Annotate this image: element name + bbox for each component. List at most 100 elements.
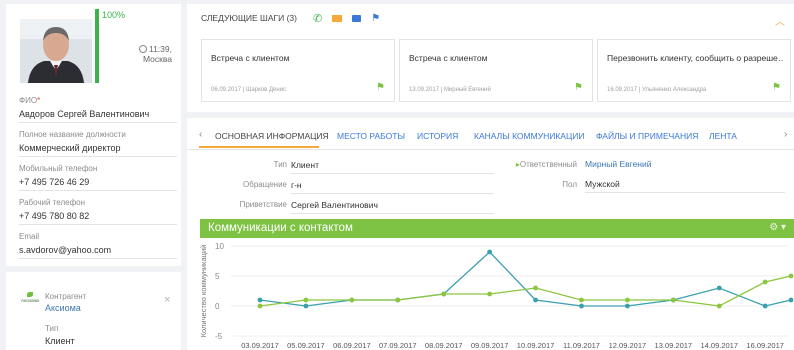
next-step-owner: Ульяненко Александра	[641, 87, 707, 93]
data-point	[533, 285, 538, 291]
x-tick-label: 08.09.2017	[425, 341, 463, 350]
field-value[interactable]: +7 495 726 46 29	[19, 177, 177, 191]
x-tick-label: 12.09.2017	[609, 341, 647, 350]
data-point	[257, 303, 263, 309]
greeting-label: Приветствие	[239, 200, 287, 209]
next-steps-title: СЛЕДУЮЩИЕ ШАГИ (3)	[201, 13, 297, 23]
field-label: Полное название должности	[19, 130, 126, 139]
contact-photo[interactable]	[20, 19, 92, 83]
x-tick-label: 10.09.2017	[517, 341, 555, 350]
close-icon[interactable]: ×	[164, 294, 170, 306]
next-step-meta: 06.09.2017 | Шарков Денис	[211, 87, 286, 93]
tab-item[interactable]: ЛЕНТА	[709, 131, 737, 141]
next-step-tile[interactable]: Перезвонить клиенту, сообщить о разреше……	[597, 39, 791, 102]
chat-icon[interactable]	[352, 15, 362, 22]
field-label: Email	[19, 232, 39, 241]
tab-item[interactable]: МЕСТО РАБОТЫ	[337, 131, 405, 141]
flag-icon[interactable]: ⚑	[772, 82, 781, 93]
data-point	[716, 285, 722, 291]
data-point	[716, 303, 722, 309]
x-tick-label: 16.09.2017	[746, 341, 784, 350]
x-tick-label: 03.09.2017	[241, 341, 279, 350]
next-step-date: 13.09.2017	[409, 87, 440, 93]
data-point	[533, 297, 538, 303]
type-field[interactable]: Клиент	[291, 160, 494, 174]
next-step-tile[interactable]: Встреча с клиентом 06.09.2017 | Шарков Де…	[201, 39, 395, 102]
next-step-tile[interactable]: Встреча с клиентом 13.09.2017 | Мирный Ев…	[399, 39, 593, 102]
next-steps-actions: ✆ ⚑	[313, 12, 380, 25]
salutation-field[interactable]: г-н	[291, 180, 494, 194]
x-tick-label: 07.09.2017	[379, 341, 417, 350]
data-point	[303, 303, 309, 309]
gender-label: Пол	[562, 180, 577, 189]
data-point	[762, 303, 768, 309]
account-logo: Аксиома	[19, 292, 41, 308]
x-tick-label: 05.09.2017	[287, 341, 325, 350]
local-time: 11:39, Москва	[122, 44, 172, 64]
data-point	[257, 297, 263, 303]
next-step-date: 16.09.2017	[607, 87, 638, 93]
field-label-text: Полное название должности	[19, 130, 126, 139]
leaf-icon	[27, 292, 33, 297]
account-type-label: Тип	[45, 324, 59, 333]
next-step-title[interactable]: Перезвонить клиенту, сообщить о разреше…	[607, 53, 783, 63]
tabs-prev-icon[interactable]: ‹	[199, 129, 202, 140]
data-point	[395, 297, 401, 303]
data-point	[303, 297, 309, 303]
field-value[interactable]: Коммерческий директор	[19, 143, 177, 157]
mail-icon[interactable]	[332, 15, 343, 22]
owner-link[interactable]: Мирный Евгений	[585, 159, 775, 172]
local-time-value: 11:39,	[148, 44, 172, 54]
collapse-icon[interactable]: ︿	[775, 13, 785, 28]
field-value[interactable]: Авдоров Сергей Валентинович	[19, 109, 177, 123]
field-label-text: Рабочий телефон	[19, 198, 86, 207]
data-point	[487, 249, 493, 255]
profile-completeness-label: 100%	[102, 10, 126, 20]
tab-item[interactable]: ФАЙЛЫ И ПРИМЕЧАНИЯ	[596, 131, 698, 141]
tab-item[interactable]: ИСТОРИЯ	[417, 131, 458, 141]
next-step-title[interactable]: Встреча с клиентом	[211, 53, 387, 63]
tab-item[interactable]: КАНАЛЫ КОММУНИКАЦИИ	[474, 131, 584, 141]
data-point	[441, 291, 447, 297]
greeting-field[interactable]: Сергей Валентинович	[291, 200, 494, 214]
owner-label-text: Ответственный	[519, 160, 577, 169]
data-point	[579, 297, 584, 303]
field-label-text: Email	[19, 232, 40, 241]
data-point	[788, 297, 794, 303]
flag-icon[interactable]: ⚑	[574, 82, 583, 93]
field-value[interactable]: s.avdorov@yahoo.com	[19, 245, 177, 259]
field-label-text: ФИО	[19, 96, 38, 105]
field-label: ФИО*	[19, 96, 40, 105]
gender-field[interactable]: Мужской	[585, 179, 785, 193]
account-logo-text: Аксиома	[21, 298, 39, 303]
next-step-owner: Шарков Денис	[245, 87, 287, 93]
account-link[interactable]: Аксиома	[45, 303, 81, 313]
data-point	[670, 297, 676, 303]
next-step-title[interactable]: Встреча с клиентом	[409, 53, 585, 63]
data-point	[487, 291, 493, 297]
phone-icon[interactable]: ✆	[313, 12, 322, 25]
next-step-date: 06.09.2017	[211, 87, 242, 93]
tabs-next-icon[interactable]: ›	[784, 129, 787, 140]
tab-bar: ‹ ОСНОВНАЯ ИНФОРМАЦИЯ МЕСТО РАБОТЫ ИСТОРИЯ…	[187, 118, 794, 150]
data-point	[762, 279, 768, 285]
chart-title: Коммуникации с контактом	[208, 222, 353, 234]
gear-icon[interactable]: ⚙ ▾	[769, 222, 786, 233]
x-tick-label: 11.09.2017	[563, 341, 600, 350]
field-value[interactable]: +7 495 780 80 82	[19, 211, 177, 225]
y-axis-label: Количество коммуникаций	[199, 245, 208, 338]
chart-header: Коммуникации с контактом ⚙ ▾	[200, 219, 794, 238]
field-label: Рабочий телефон	[19, 198, 85, 207]
field-label-text: Мобильный телефон	[19, 164, 98, 173]
owner-label: ▸Ответственный	[515, 160, 577, 169]
flag-icon[interactable]: ⚑	[376, 82, 385, 93]
required-marker: *	[37, 96, 41, 105]
account-label: Контрагент	[45, 292, 87, 301]
next-step-meta: 13.09.2017 | Мирный Евгений	[409, 87, 491, 93]
salutation-label: Обращение	[243, 180, 287, 189]
y-tick-label: 0	[215, 302, 220, 311]
flag-icon[interactable]: ⚑	[371, 13, 380, 24]
field-label: Мобильный телефон	[19, 164, 97, 173]
tab-item[interactable]: ОСНОВНАЯ ИНФОРМАЦИЯ	[215, 131, 329, 141]
local-city: Москва	[142, 54, 172, 64]
